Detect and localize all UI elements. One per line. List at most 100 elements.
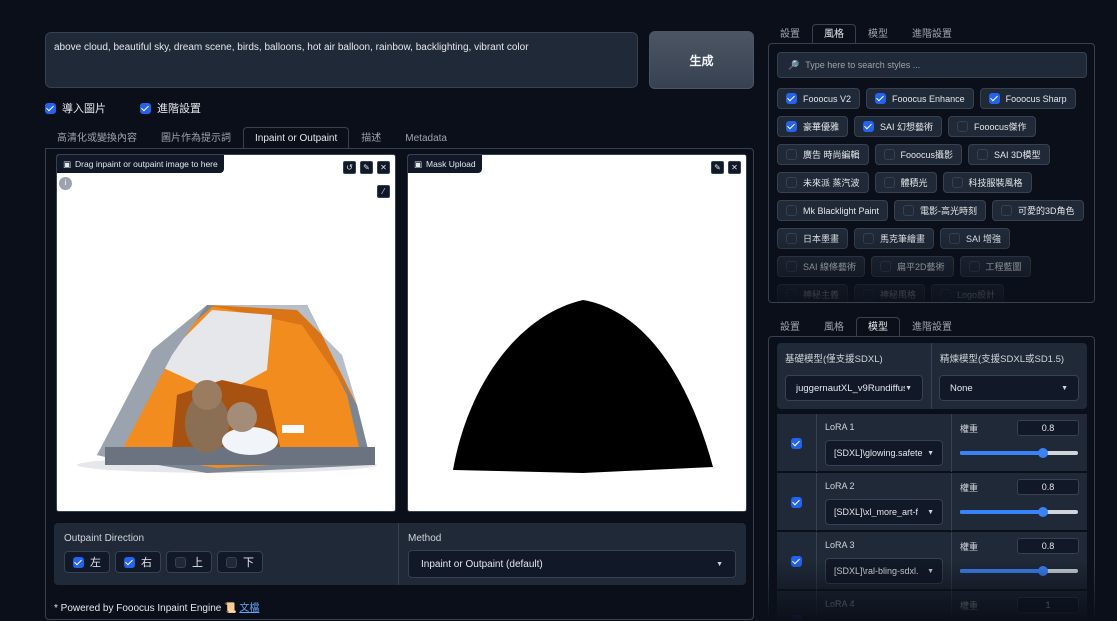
direction-top-checkbox[interactable] bbox=[175, 556, 186, 568]
method-select[interactable]: Inpaint or Outpaint (default) ▼ bbox=[408, 550, 736, 578]
style-option[interactable]: 扁平2D藝術 bbox=[871, 256, 954, 277]
style-checkbox[interactable] bbox=[883, 177, 895, 188]
lora-select[interactable]: [SDXL]\ral-bling-sdxl. ▼ bbox=[825, 558, 943, 584]
tab-describe[interactable]: 描述 bbox=[349, 127, 393, 149]
direction-left-checkbox[interactable] bbox=[73, 556, 84, 568]
style-checkbox[interactable] bbox=[880, 261, 892, 272]
style-checkbox[interactable] bbox=[988, 93, 1000, 104]
tab-settings[interactable]: 設置 bbox=[768, 317, 812, 337]
style-option[interactable]: 未來派 蒸汽波 bbox=[777, 172, 869, 193]
tab-image-prompt[interactable]: 圖片作為提示詞 bbox=[149, 127, 243, 149]
style-option[interactable]: Fooocus攝影 bbox=[874, 144, 963, 165]
slider-handle[interactable] bbox=[1037, 448, 1048, 458]
tab-metadata[interactable]: Metadata bbox=[393, 127, 459, 149]
style-option[interactable]: SAI 幻想藝術 bbox=[854, 116, 943, 137]
slider-handle[interactable] bbox=[1037, 566, 1048, 576]
style-option[interactable]: 工程藍圖 bbox=[959, 256, 1031, 277]
style-checkbox[interactable] bbox=[883, 149, 895, 160]
style-checkbox[interactable] bbox=[957, 121, 969, 132]
lora-checkbox[interactable] bbox=[791, 496, 802, 508]
style-checkbox[interactable] bbox=[863, 289, 875, 300]
style-checkbox[interactable] bbox=[786, 177, 797, 188]
style-checkbox[interactable] bbox=[863, 121, 875, 132]
style-checkbox[interactable] bbox=[786, 289, 797, 300]
style-checkbox[interactable] bbox=[949, 233, 961, 244]
direction-right[interactable]: 右 bbox=[115, 551, 161, 573]
close-icon[interactable]: ✕ bbox=[728, 161, 741, 174]
weight-slider[interactable] bbox=[960, 507, 1078, 517]
style-checkbox[interactable] bbox=[786, 121, 797, 132]
lora-enable[interactable] bbox=[777, 414, 817, 472]
docs-link[interactable]: 文檔 bbox=[239, 603, 259, 614]
style-checkbox[interactable] bbox=[968, 261, 980, 272]
style-option[interactable]: 神秘風格 bbox=[854, 284, 926, 302]
style-checkbox[interactable] bbox=[951, 177, 963, 188]
style-checkbox[interactable] bbox=[786, 261, 797, 272]
weight-input[interactable]: 1 bbox=[1017, 597, 1079, 613]
style-option[interactable]: SAI 3D模型 bbox=[968, 144, 1050, 165]
style-checkbox[interactable] bbox=[786, 233, 797, 244]
tab-styles[interactable]: 風格 bbox=[812, 317, 856, 337]
tab-inpaint-outpaint[interactable]: Inpaint or Outpaint bbox=[243, 127, 350, 149]
style-checkbox[interactable] bbox=[1001, 205, 1013, 216]
lora-enable[interactable] bbox=[777, 532, 817, 590]
tab-models[interactable]: 模型 bbox=[856, 24, 900, 44]
refiner-model-select[interactable]: None ▼ bbox=[939, 375, 1079, 401]
style-option[interactable]: Mk Blacklight Paint bbox=[777, 200, 889, 221]
weight-slider[interactable] bbox=[960, 448, 1078, 458]
style-option[interactable]: Logo設計 bbox=[931, 284, 1005, 302]
style-option[interactable]: SAI 增強 bbox=[940, 228, 1011, 249]
lora-enable[interactable] bbox=[777, 591, 817, 620]
style-option[interactable]: 神秘主義 bbox=[777, 284, 849, 302]
edit-icon[interactable]: ✎ bbox=[711, 161, 724, 174]
brush-tool-icon[interactable]: ⁄ bbox=[377, 185, 390, 198]
tab-upscale-vary[interactable]: 高清化或變換內容 bbox=[45, 127, 149, 149]
advanced-checkbox[interactable] bbox=[140, 102, 151, 114]
brush-icon[interactable]: ✎ bbox=[360, 161, 373, 174]
style-option[interactable]: 豪華優雅 bbox=[777, 116, 849, 137]
generate-button[interactable]: 生成 bbox=[649, 31, 754, 89]
style-option[interactable]: SAI 線條藝術 bbox=[777, 256, 866, 277]
weight-slider[interactable] bbox=[960, 566, 1078, 576]
mask-upload-canvas[interactable]: ▣ Mask Upload ✎ ✕ bbox=[407, 154, 747, 512]
lora-enable[interactable] bbox=[777, 473, 817, 531]
prompt-input[interactable]: above cloud, beautiful sky, dream scene,… bbox=[45, 32, 638, 88]
weight-input[interactable]: 0.8 bbox=[1017, 538, 1079, 554]
tab-styles[interactable]: 風格 bbox=[812, 24, 856, 44]
style-search-input[interactable]: 🔎 Type here to search styles ... bbox=[777, 52, 1087, 78]
style-option[interactable]: Fooocus Enhance bbox=[866, 88, 974, 109]
style-option[interactable]: Fooocus傑作 bbox=[948, 116, 1036, 137]
info-icon[interactable]: i bbox=[59, 177, 72, 190]
style-option[interactable]: 科技服裝風格 bbox=[942, 172, 1032, 193]
style-option[interactable]: 馬克筆繪畫 bbox=[854, 228, 935, 249]
lora-select[interactable]: ▼ bbox=[825, 617, 943, 620]
close-icon[interactable]: ✕ bbox=[377, 161, 390, 174]
weight-input[interactable]: 0.8 bbox=[1017, 479, 1079, 495]
base-model-select[interactable]: juggernautXL_v9Rundiffus ▼ bbox=[785, 375, 923, 401]
style-option[interactable]: Fooocus Sharp bbox=[979, 88, 1076, 109]
direction-left[interactable]: 左 bbox=[64, 551, 110, 573]
direction-bottom-checkbox[interactable] bbox=[226, 556, 237, 568]
advanced-toggle[interactable]: 進階設置 bbox=[140, 100, 201, 116]
lora-select[interactable]: [SDXL]\glowing.safete ▼ bbox=[825, 440, 943, 466]
direction-right-checkbox[interactable] bbox=[124, 556, 135, 568]
lora-select[interactable]: [SDXL]\xl_more_art-f ▼ bbox=[825, 499, 943, 525]
style-option[interactable]: Fooocus V2 bbox=[777, 88, 861, 109]
input-image-toggle[interactable]: 導入圖片 bbox=[45, 100, 106, 116]
lora-checkbox[interactable] bbox=[791, 437, 802, 449]
style-option[interactable]: 可愛的3D角色 bbox=[992, 200, 1084, 221]
lora-checkbox[interactable] bbox=[791, 555, 802, 567]
inpaint-image-canvas[interactable]: ▣ Drag inpaint or outpaint image to here… bbox=[56, 154, 396, 512]
style-checkbox[interactable] bbox=[786, 149, 797, 160]
tab-advanced[interactable]: 進階設置 bbox=[900, 317, 964, 337]
style-option[interactable]: 日本墨畫 bbox=[777, 228, 849, 249]
style-option[interactable]: 電影-高光時刻 bbox=[894, 200, 987, 221]
direction-bottom[interactable]: 下 bbox=[217, 551, 263, 573]
tab-models[interactable]: 模型 bbox=[856, 317, 900, 337]
style-checkbox[interactable] bbox=[977, 149, 989, 160]
style-checkbox[interactable] bbox=[903, 205, 915, 216]
style-checkbox[interactable] bbox=[786, 93, 797, 104]
style-checkbox[interactable] bbox=[940, 289, 952, 300]
style-checkbox[interactable] bbox=[863, 233, 875, 244]
tab-settings[interactable]: 設置 bbox=[768, 24, 812, 44]
